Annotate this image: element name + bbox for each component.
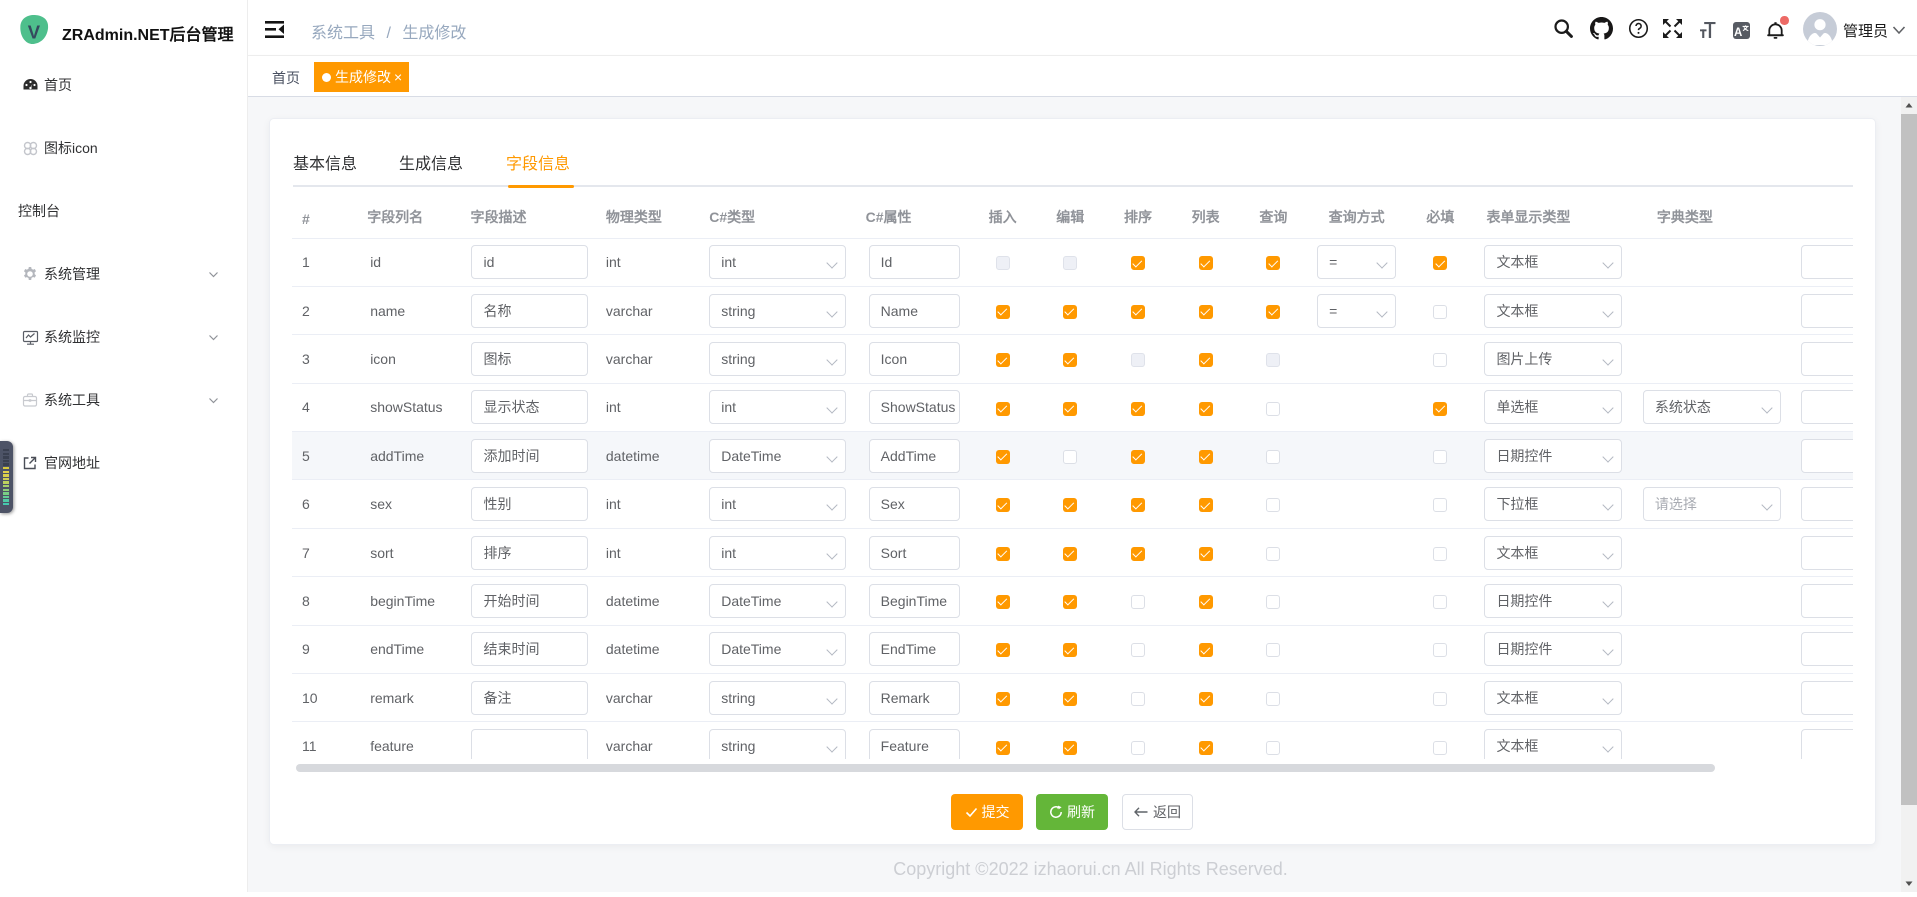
svg-text:V: V (28, 21, 41, 42)
svg-text:A: A (1734, 27, 1742, 39)
